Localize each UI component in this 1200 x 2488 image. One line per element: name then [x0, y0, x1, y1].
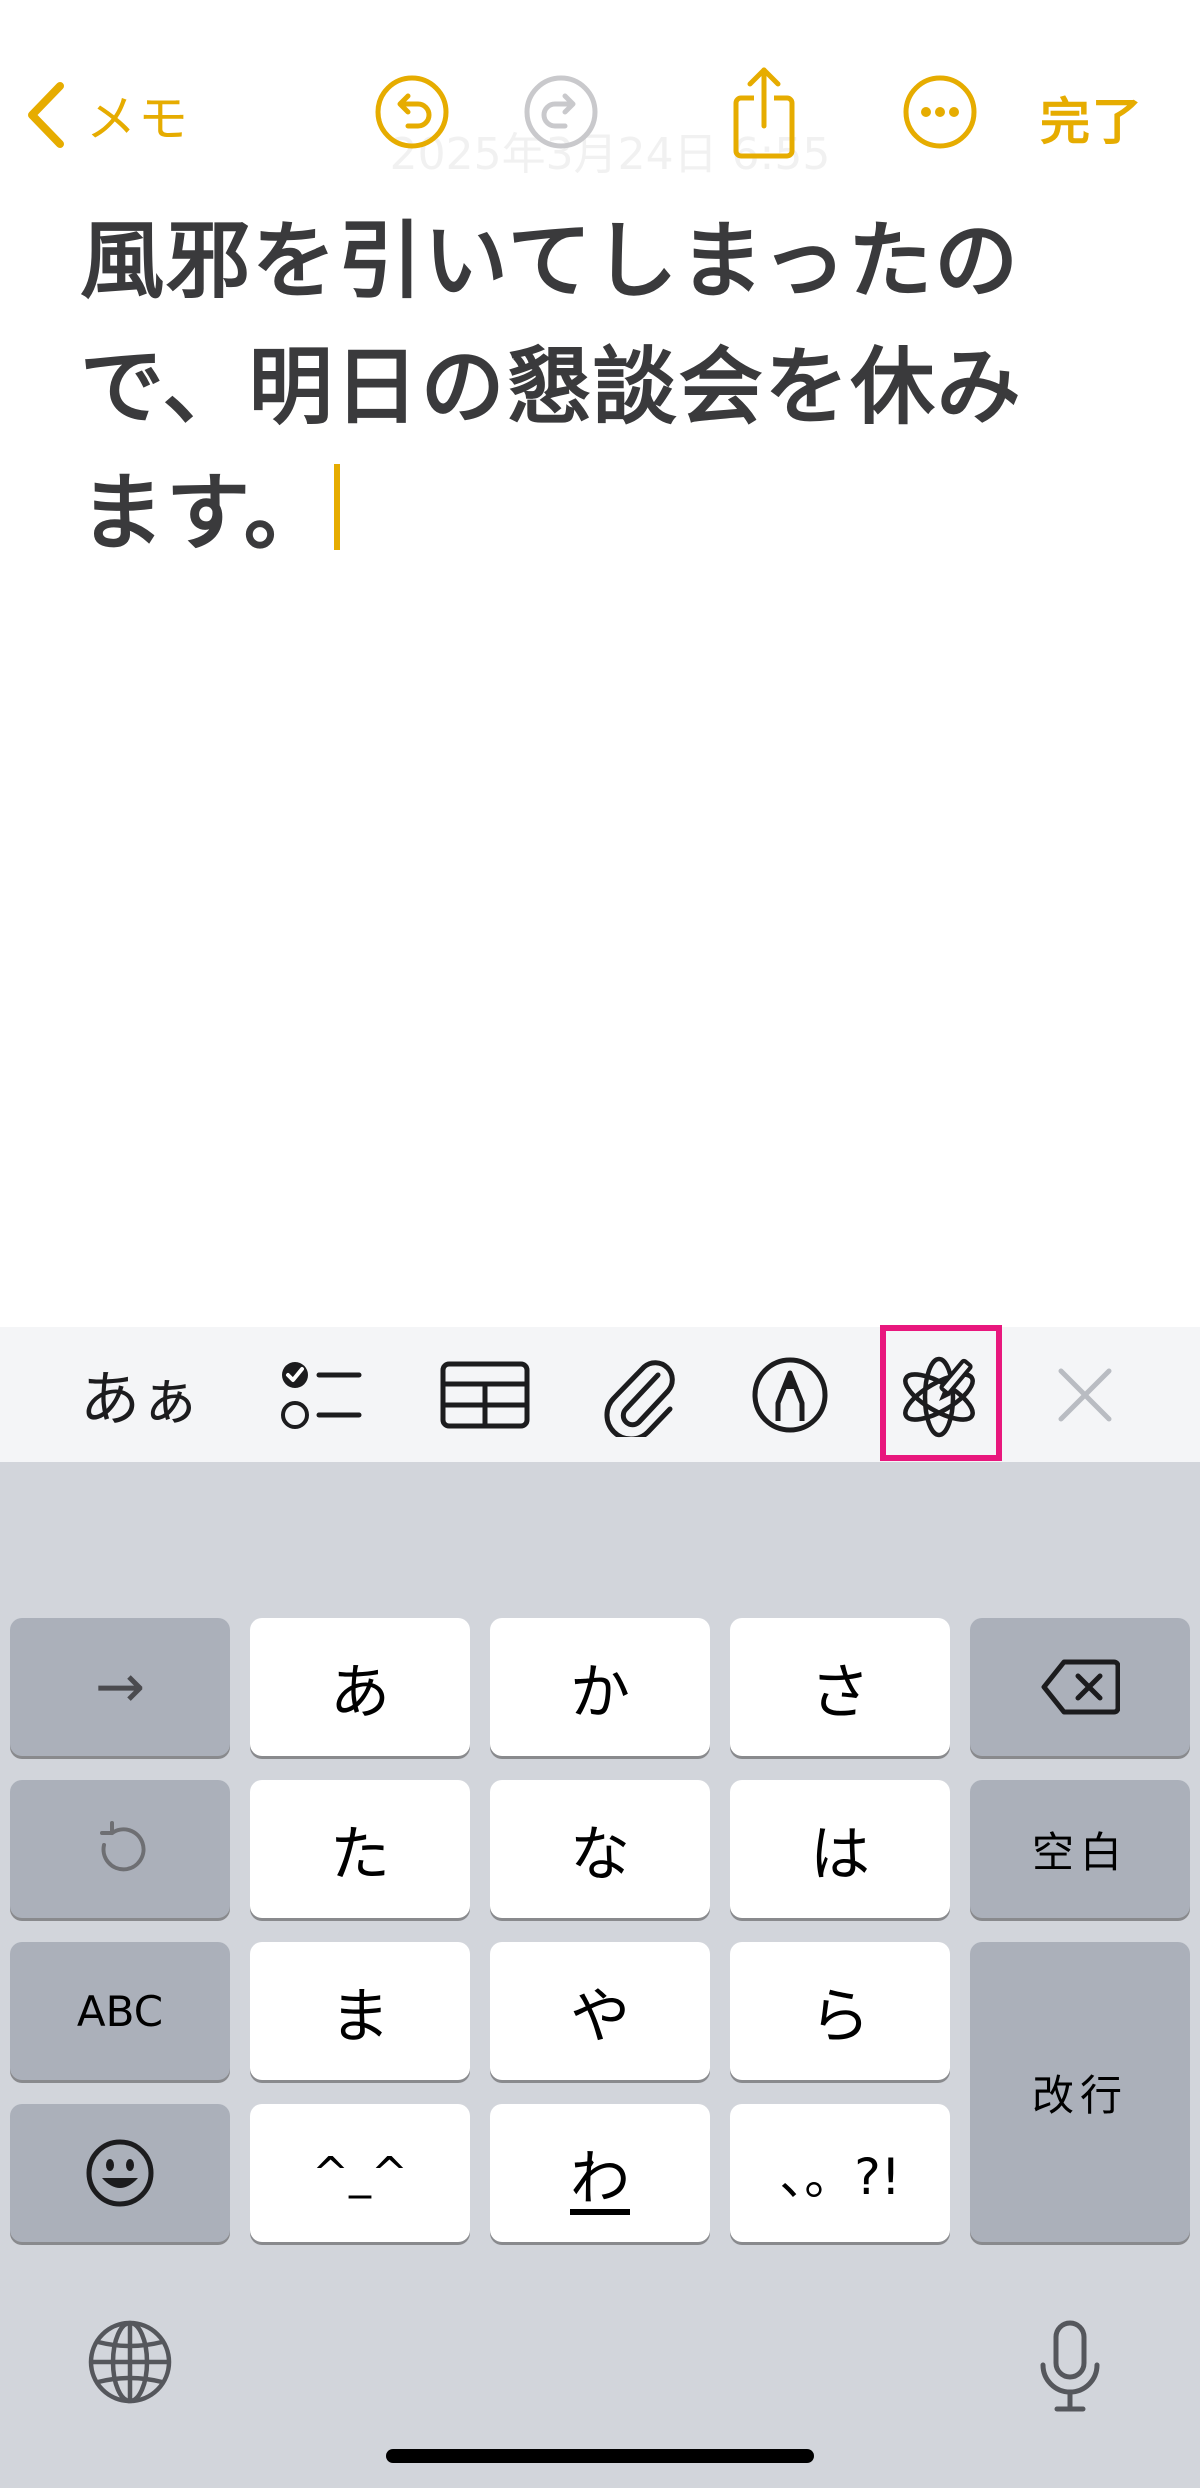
- navigation-bar: メモ 2025年3月24日 6:55 完了: [0, 0, 1200, 200]
- kana-key-ka[interactable]: か: [490, 1618, 710, 1756]
- kana-key-wa[interactable]: わ: [490, 2104, 710, 2242]
- space-key-label: 空白: [1031, 1827, 1128, 1877]
- note-line: で、明日の懇談会を休み: [80, 338, 1023, 436]
- undo-arrow-icon: [100, 1821, 146, 1872]
- globe-keyboard-switch-button[interactable]: [80, 2312, 180, 2412]
- close-icon: [1058, 1368, 1112, 1421]
- key-label: な: [570, 1819, 630, 1890]
- kana-key-ma[interactable]: ま: [250, 1942, 470, 2080]
- return-key[interactable]: 改行: [970, 1942, 1190, 2242]
- microphone-icon: [1040, 2320, 1100, 2412]
- key-label: か: [570, 1657, 630, 1728]
- keyboard-accessory-toolbar: あぁ: [0, 1327, 1200, 1462]
- back-button[interactable]: メモ: [24, 80, 190, 150]
- pen-circle-icon: [752, 1357, 828, 1432]
- writing-tools-icon: [903, 1356, 975, 1437]
- undo-button[interactable]: [372, 72, 452, 152]
- done-button[interactable]: 完了: [1040, 82, 1144, 154]
- key-label: ま: [330, 1981, 390, 2052]
- close-toolbar-button[interactable]: [1040, 1327, 1130, 1462]
- text-format-button[interactable]: あぁ: [80, 1327, 200, 1462]
- markup-button[interactable]: [740, 1327, 840, 1462]
- punctuation-key[interactable]: 、。?!: [730, 2104, 950, 2242]
- note-line: ます。: [80, 450, 1120, 576]
- space-key[interactable]: 空白: [970, 1780, 1190, 1918]
- writing-tools-button[interactable]: [886, 1327, 996, 1462]
- paperclip-icon: [604, 1359, 675, 1437]
- attachment-button[interactable]: [595, 1327, 685, 1462]
- redo-icon: [524, 75, 598, 149]
- more-button[interactable]: [900, 72, 980, 152]
- ellipsis-circle-icon: [903, 75, 977, 149]
- chevron-left-icon: [28, 82, 64, 148]
- text-cursor: [333, 464, 340, 550]
- home-indicator: [386, 2449, 814, 2463]
- checklist-button[interactable]: [270, 1327, 370, 1462]
- abc-key-label: ABC: [76, 1986, 164, 2036]
- kaomoji-key[interactable]: ^_^: [250, 2104, 470, 2242]
- key-label: 、。?!: [779, 2148, 901, 2206]
- key-label: は: [810, 1819, 870, 1890]
- kana-key-ya[interactable]: や: [490, 1942, 710, 2080]
- kana-key-ta[interactable]: た: [250, 1780, 470, 1918]
- note-text-area[interactable]: 風邪を引いてしまったの で、明日の懇談会を休み ます。: [80, 198, 1120, 576]
- kana-key-ha[interactable]: は: [730, 1780, 950, 1918]
- key-label: わ: [570, 2143, 630, 2214]
- next-candidate-key[interactable]: →: [10, 1618, 230, 1756]
- share-icon: [733, 67, 795, 159]
- back-label: メモ: [86, 90, 190, 148]
- delete-backward-icon: [1041, 1659, 1120, 1715]
- emoji-smiley-icon: [86, 2139, 154, 2207]
- key-label: あ: [330, 1657, 390, 1728]
- key-label: ら: [810, 1981, 870, 2052]
- table-icon: [440, 1361, 530, 1428]
- abc-switch-key[interactable]: ABC: [10, 1942, 230, 2080]
- key-label: さ: [810, 1657, 870, 1728]
- globe-icon: [88, 2320, 172, 2404]
- text-format-label: あぁ: [80, 1365, 200, 1435]
- note-line: 風邪を引いてしまったの: [80, 212, 1021, 310]
- undo-key[interactable]: [10, 1780, 230, 1918]
- dictation-button[interactable]: [1020, 2312, 1120, 2422]
- table-button[interactable]: [430, 1327, 540, 1462]
- emoji-key[interactable]: [10, 2104, 230, 2242]
- share-button[interactable]: [724, 62, 804, 162]
- checklist-icon: [281, 1361, 362, 1429]
- kana-key-a[interactable]: あ: [250, 1618, 470, 1756]
- key-label: や: [570, 1981, 630, 2052]
- right-arrow-label: →: [94, 1652, 146, 1722]
- japanese-kana-keyboard: → あ か さ た な は 空白 ABC ま や ら 改行 ^_^ わ 、。?!: [0, 1462, 1200, 2488]
- delete-key[interactable]: [970, 1618, 1190, 1756]
- kana-key-na[interactable]: な: [490, 1780, 710, 1918]
- kana-key-sa[interactable]: さ: [730, 1618, 950, 1756]
- kana-key-ra[interactable]: ら: [730, 1942, 950, 2080]
- key-label: ^_^: [312, 2147, 408, 2199]
- undo-icon: [375, 75, 449, 149]
- redo-button[interactable]: [521, 72, 601, 152]
- return-key-label: 改行: [1031, 2070, 1128, 2120]
- key-label: た: [330, 1819, 390, 1890]
